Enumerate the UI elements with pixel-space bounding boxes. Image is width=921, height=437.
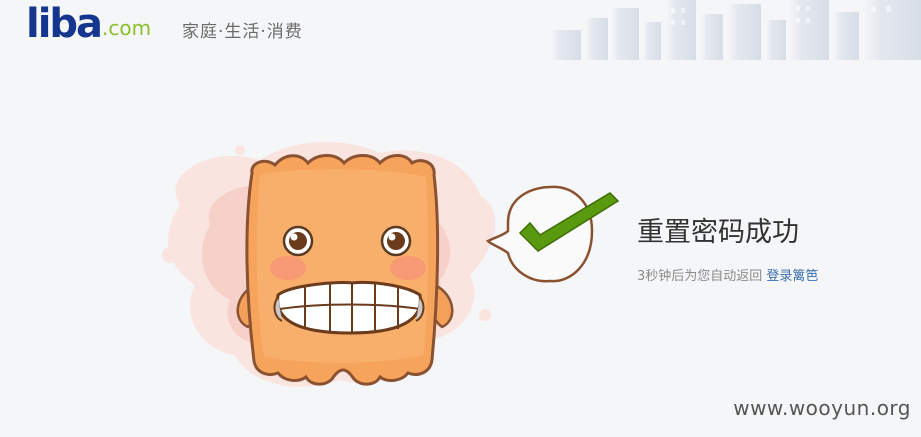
logo-domain-suffix: .com: [102, 16, 152, 40]
city-skyline-decoration: [551, 0, 921, 60]
page: liba .com 家庭·生活·消费 重置密码成功 3秒钟后为您自动返回 登录篱…: [0, 0, 921, 437]
mascot-character: [236, 154, 454, 386]
countdown-text: 3秒钟后为您自动返回: [637, 269, 763, 284]
mascot-grin: [273, 281, 425, 335]
header: liba .com 家庭·生活·消费: [0, 0, 921, 60]
success-title: 重置密码成功: [637, 217, 799, 248]
login-link[interactable]: 登录篱笆: [766, 269, 818, 284]
redirect-notice: 3秒钟后为您自动返回 登录篱笆: [637, 265, 818, 284]
success-illustration: [162, 141, 620, 387]
liba-logo[interactable]: liba .com: [26, 1, 152, 47]
watermark: www.wooyun.org: [733, 396, 911, 420]
logo-wordmark: liba: [26, 1, 103, 47]
brand-slogan: 家庭·生活·消费: [182, 22, 303, 42]
